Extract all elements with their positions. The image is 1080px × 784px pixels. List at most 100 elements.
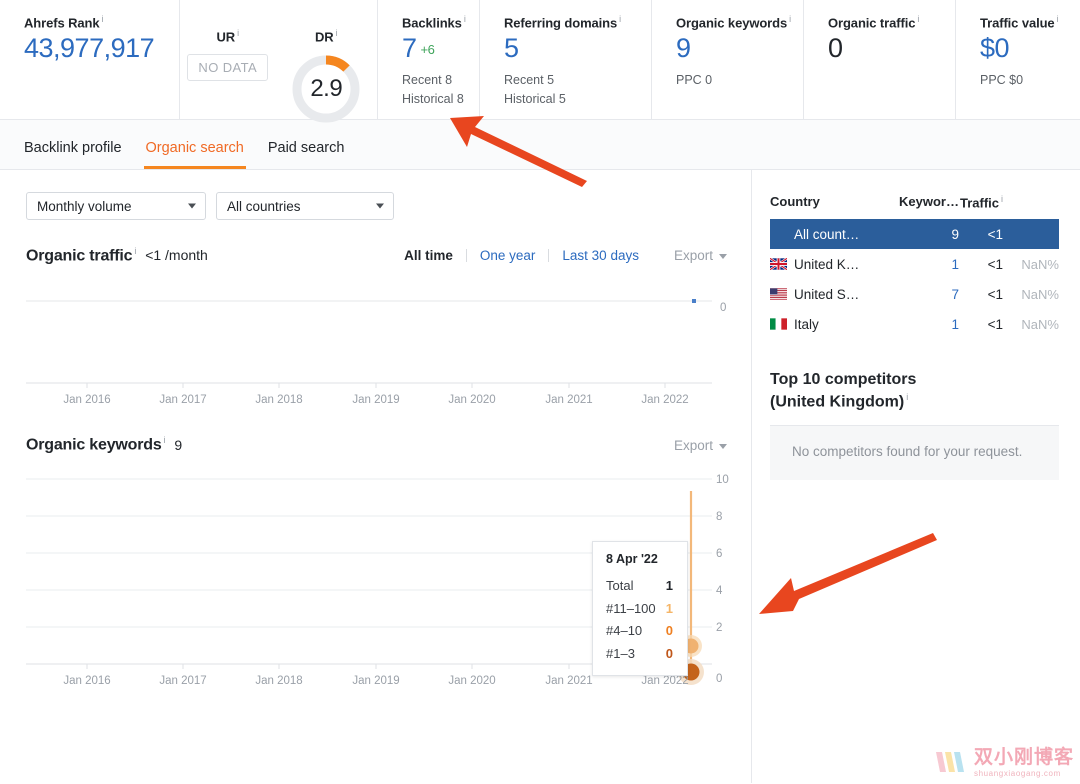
metric-value: 7 (402, 33, 417, 64)
country-filter-value: All countries (227, 198, 301, 214)
header-keywords: Keywor… (899, 194, 959, 209)
keywords-cell: 7 (951, 286, 959, 302)
traffic-cell: <1 (987, 286, 1003, 302)
tab-bar: Backlink profile Organic search Paid sea… (0, 120, 1080, 170)
info-icon[interactable]: i (906, 392, 908, 402)
info-icon[interactable]: i (619, 14, 621, 24)
y-tick-label: 2 (716, 622, 722, 634)
tab-paid-search[interactable]: Paid search (268, 140, 345, 169)
export-label: Export (673, 248, 713, 264)
organic-traffic-header: Organic traffic i <1 /month All time One … (0, 246, 751, 265)
y-tick-0: 0 (720, 302, 726, 314)
country-row-united-states[interactable]: United S… 7 <1 NaN% (770, 279, 1059, 309)
country-name: United S… (794, 286, 860, 302)
info-icon[interactable]: i (789, 14, 791, 24)
country-cell: All count… (770, 227, 897, 242)
x-tick-label: Jan 2022 (641, 675, 688, 687)
organic-keywords-title: Organic keywords i (26, 435, 166, 454)
country-name: United K… (794, 256, 860, 272)
top-competitors-title: Top 10 competitors (United Kingdom) i (770, 369, 1059, 413)
flag-italy-icon (770, 318, 787, 330)
range-one-year[interactable]: One year (467, 248, 549, 263)
metric-sub-recent: Recent 8 (402, 73, 453, 88)
tooltip-value: 1 (665, 577, 673, 593)
watermark-text: 双小刚博客 shuangxiaogang.com (974, 748, 1074, 778)
metric-label-text: Referring domains (504, 15, 618, 31)
ur-label-text: UR (216, 29, 236, 45)
metric-sub: PPC 0 (676, 71, 803, 90)
info-icon[interactable]: i (336, 28, 338, 38)
metric-sub-ppc: PPC 0 (676, 73, 713, 88)
metric-label-text: Ahrefs Rank (24, 15, 100, 31)
range-last-30-days[interactable]: Last 30 days (549, 248, 652, 263)
info-icon[interactable]: i (101, 14, 103, 24)
metric-label: Organic keywords i (676, 14, 803, 30)
tooltip-row: Total 1 (606, 577, 673, 596)
x-tick-label: Jan 2020 (448, 675, 495, 687)
info-icon[interactable]: i (134, 246, 136, 256)
country-filter-dropdown[interactable]: All countries (216, 192, 394, 220)
watermark-chinese: 双小刚博客 (973, 747, 1074, 768)
metric-sub-historical: Historical 5 (504, 91, 566, 106)
country-row-all-countries[interactable]: All count… 9 <1 (770, 219, 1059, 250)
main-panel: Monthly volume All countries Organic tra… (0, 170, 752, 783)
tab-organic-search[interactable]: Organic search (143, 140, 247, 169)
header-traffic-text: Traffic (959, 195, 999, 211)
country-cell: United S… (770, 287, 897, 302)
traffic-cell: <1 (987, 226, 1003, 242)
export-organic-keywords-button[interactable]: Export (674, 438, 727, 453)
export-label: Export (673, 437, 713, 453)
metric-value: 9 (676, 33, 691, 64)
info-icon[interactable]: i (917, 14, 919, 24)
organic-keywords-chart[interactable]: 10 8 6 4 2 0 Jan 2016 Jan 2017 Jan 2018 … (0, 469, 751, 687)
metric-sub: Recent 8 Historical 8 (402, 71, 479, 109)
organic-traffic-title: Organic traffic i (26, 246, 136, 265)
x-tick-label: Jan 2017 (159, 675, 206, 687)
metric-label: Backlinks i (402, 14, 479, 30)
x-tick-label: Jan 2019 (352, 675, 399, 687)
header-traffic: Traffic i (959, 194, 1003, 210)
tooltip-value: 0 (665, 623, 673, 639)
tooltip-row: #11–100 1 (606, 600, 673, 619)
metric-delta: +6 (420, 42, 435, 58)
watermark-english: shuangxiaogang.com (973, 769, 1061, 778)
info-icon[interactable]: i (164, 435, 166, 445)
ahrefs-site-explorer-page: Ahrefs Rank i 43,977,917 UR i NO DATA DR i (0, 0, 1080, 784)
top-competitors-section: Top 10 competitors (United Kingdom) i No … (752, 339, 1079, 481)
tooltip-value: 1 (665, 600, 673, 616)
tooltip-row: #4–10 0 (606, 622, 673, 641)
country-name: All count… (794, 226, 860, 242)
chevron-down-icon (719, 443, 727, 449)
metric-card-organic-keywords: Organic keywords i 9 PPC 0 (652, 0, 804, 120)
metric-label-text: Backlinks (402, 15, 462, 31)
info-icon[interactable]: i (1057, 14, 1059, 24)
info-icon[interactable]: i (464, 14, 466, 24)
metric-dr: DR i 2.9 (276, 14, 377, 134)
volume-filter-dropdown[interactable]: Monthly volume (26, 192, 206, 220)
export-organic-traffic-button[interactable]: Export (674, 248, 727, 263)
traffic-cell: <1 (987, 256, 1003, 272)
watermark: 双小刚博客 shuangxiaogang.com (934, 748, 1074, 778)
tab-backlink-profile[interactable]: Backlink profile (24, 140, 122, 169)
competitors-empty-state: No competitors found for your request. (770, 424, 1059, 481)
competitors-title-line2: (United Kingdom) (770, 393, 905, 411)
y-tick-label: 0 (716, 673, 722, 685)
chevron-down-icon (376, 203, 384, 209)
x-tick-label: Jan 2016 (63, 675, 110, 687)
country-name: Italy (794, 316, 819, 332)
ur-label: UR i (180, 28, 276, 44)
country-row-italy[interactable]: Italy 1 <1 NaN% (770, 309, 1059, 339)
range-all-time[interactable]: All time (391, 248, 466, 263)
country-table: Country Keywor… Traffic i All count… 9 <1 (752, 170, 1079, 339)
metric-label-text: Traffic value (980, 15, 1055, 31)
tooltip-key: #4–10 (606, 623, 643, 639)
flag-united-kingdom-icon (770, 258, 787, 271)
y-tick-label: 4 (716, 585, 723, 597)
volume-filter-value: Monthly volume (37, 198, 132, 214)
metric-card-organic-traffic: Organic traffic i 0 (804, 0, 956, 120)
metric-card-ur-dr: UR i NO DATA DR i 2.9 (180, 0, 378, 123)
info-icon[interactable]: i (237, 28, 239, 38)
flag-united-states-icon (770, 288, 787, 300)
organic-traffic-chart[interactable]: 0 Jan 2016 Jan 2017 Jan 2018 Jan 2019 Ja… (0, 283, 751, 413)
country-row-united-kingdom[interactable]: United K… 1 <1 NaN% (770, 249, 1059, 279)
